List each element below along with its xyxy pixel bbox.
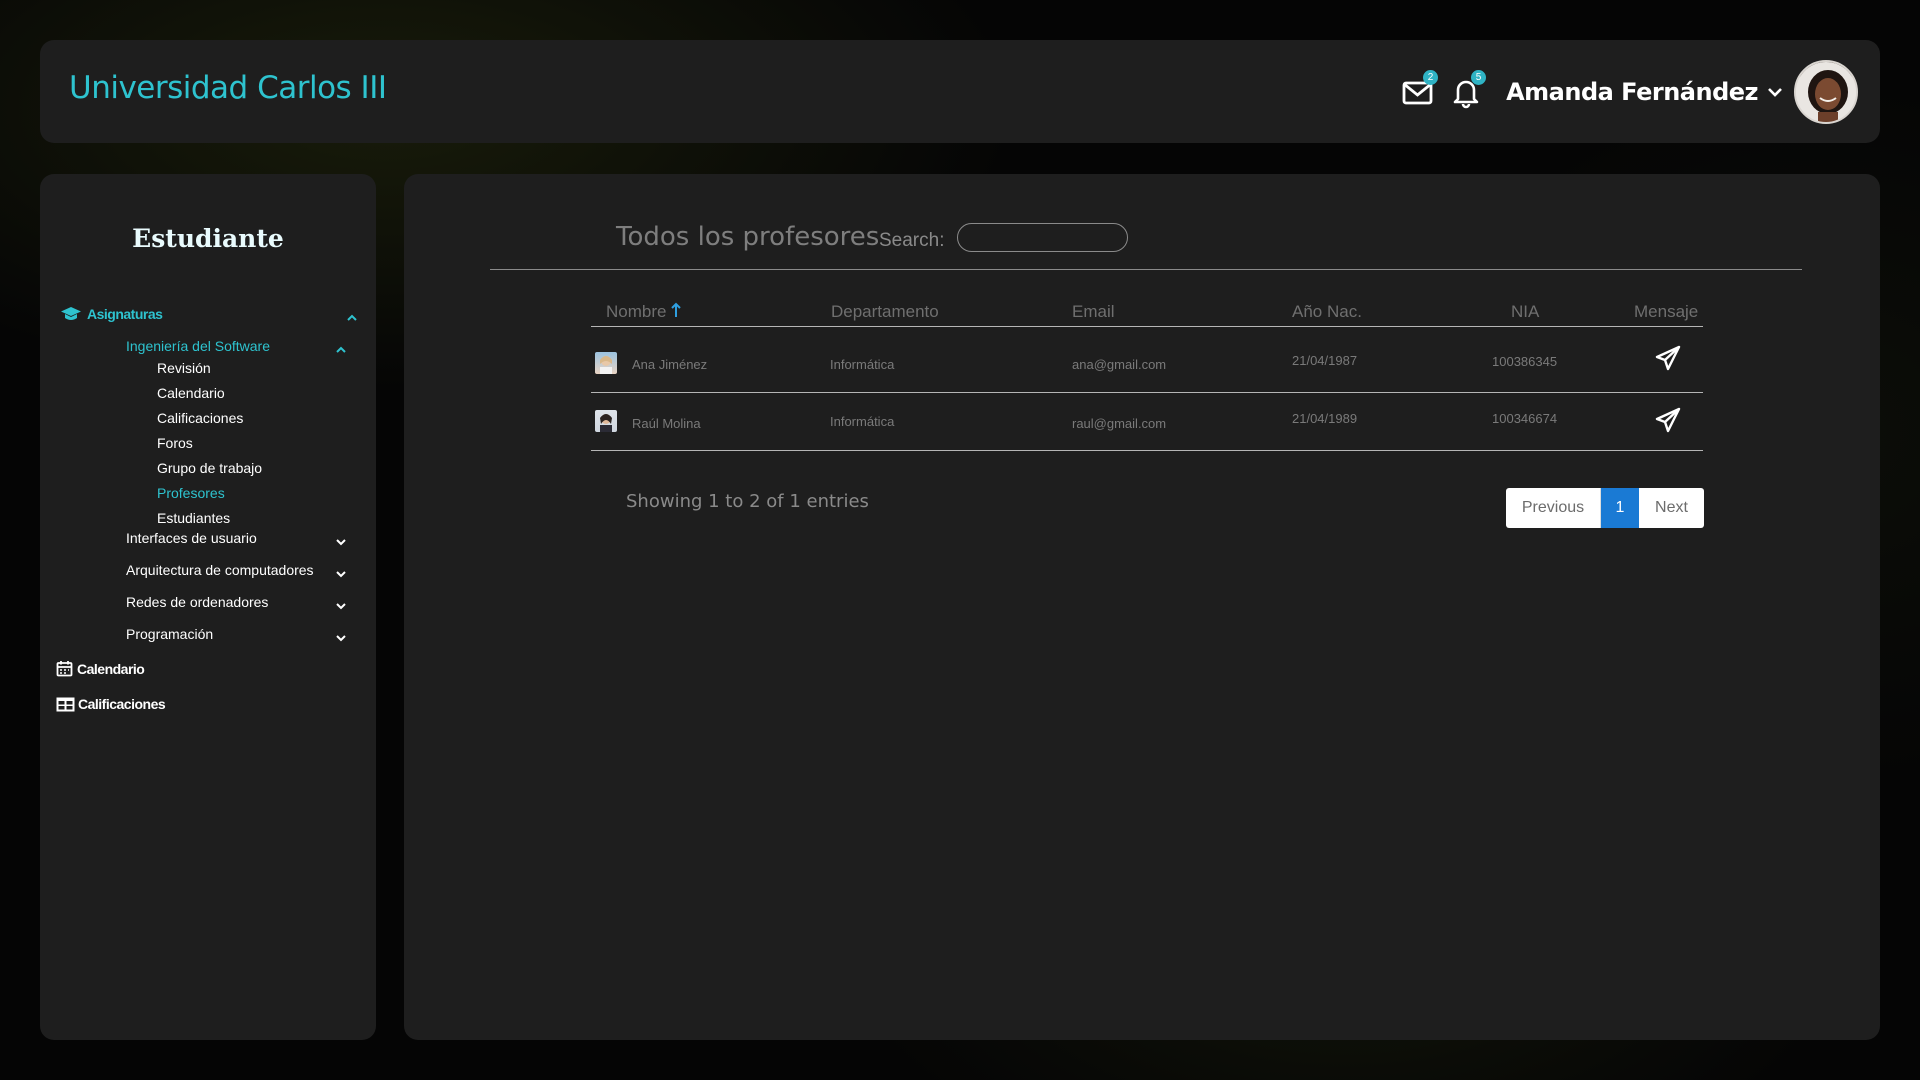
subitem-label: Calificaciones bbox=[157, 410, 244, 426]
chevron-up-icon[interactable] bbox=[346, 312, 358, 324]
avatar[interactable] bbox=[1794, 60, 1858, 124]
teacher-photo bbox=[600, 414, 612, 432]
pagination: Previous 1 Next bbox=[1506, 488, 1704, 528]
table-icon bbox=[56, 697, 75, 711]
arrow-up-icon bbox=[671, 302, 681, 317]
sidebar-title: Estudiante bbox=[132, 224, 284, 253]
column-label: Email bbox=[1072, 302, 1115, 321]
course-label: Programación bbox=[126, 626, 214, 642]
course-label: Ingeniería del Software bbox=[126, 338, 270, 354]
row-divider bbox=[591, 392, 1703, 393]
cell-nia: 100346674 bbox=[1492, 411, 1558, 426]
user-avatar-image bbox=[1796, 62, 1856, 122]
column-header-departamento[interactable]: Departamento bbox=[831, 302, 939, 322]
sidebar-subitem-foros[interactable]: Foros bbox=[157, 435, 193, 451]
column-header-ano-nac[interactable]: Año Nac. bbox=[1292, 302, 1362, 322]
column-header-nombre[interactable]: Nombre bbox=[606, 302, 681, 322]
course-label: Redes de ordenadores bbox=[126, 594, 269, 610]
chevron-down-icon[interactable] bbox=[335, 568, 347, 580]
cell-birth: 21/04/1987 bbox=[1292, 353, 1358, 368]
column-header-email[interactable]: Email bbox=[1072, 302, 1115, 322]
chevron-down-icon[interactable] bbox=[335, 600, 347, 612]
course-label: Interfaces de usuario bbox=[126, 530, 257, 546]
mail-button[interactable]: 2 bbox=[1400, 70, 1439, 110]
send-message-icon[interactable] bbox=[1654, 344, 1682, 372]
avatar bbox=[595, 352, 617, 374]
subitem-label: Revisión bbox=[157, 360, 211, 376]
column-header-mensaje[interactable]: Mensaje bbox=[1634, 302, 1698, 322]
cell-name: Ana Jiménez bbox=[632, 357, 708, 372]
graduation-cap-icon bbox=[61, 307, 81, 320]
previous-button[interactable]: Previous bbox=[1506, 488, 1601, 528]
sidebar-item-label: Calificaciones bbox=[78, 696, 166, 712]
user-name[interactable]: Amanda Fernández bbox=[1506, 78, 1758, 106]
cell-department: Informática bbox=[830, 357, 895, 372]
send-message-icon[interactable] bbox=[1654, 406, 1682, 434]
chevron-down-icon[interactable] bbox=[1766, 83, 1784, 101]
page-1-button[interactable]: 1 bbox=[1601, 488, 1639, 528]
course-label: Arquitectura de computadores bbox=[126, 562, 314, 578]
chevron-down-icon[interactable] bbox=[335, 632, 347, 644]
column-header-nia[interactable]: NIA bbox=[1511, 302, 1539, 322]
sidebar-item-calendario[interactable]: Calendario bbox=[56, 660, 145, 677]
main-panel: Todos los profesores Search: Nombre Depa… bbox=[404, 174, 1880, 1040]
sidebar-course-redes[interactable]: Redes de ordenadores bbox=[126, 594, 268, 610]
chevron-up-icon[interactable] bbox=[335, 344, 347, 356]
sidebar-item-calificaciones[interactable]: Calificaciones bbox=[56, 696, 166, 712]
next-button[interactable]: Next bbox=[1639, 488, 1704, 528]
avatar bbox=[595, 410, 617, 432]
sidebar-course-interfaces[interactable]: Interfaces de usuario bbox=[126, 530, 257, 546]
table-header-divider bbox=[591, 326, 1703, 327]
sidebar-subitem-calendario[interactable]: Calendario bbox=[157, 385, 225, 401]
chevron-down-icon[interactable] bbox=[335, 536, 347, 548]
cell-nia: 100386345 bbox=[1492, 354, 1558, 369]
notifications-button[interactable]: 5 bbox=[1448, 70, 1487, 110]
search-label: Search: bbox=[879, 230, 945, 251]
top-header: Universidad Carlos III 2 5 Amanda Fernán… bbox=[40, 40, 1880, 143]
brand-title[interactable]: Universidad Carlos III bbox=[69, 70, 387, 106]
sidebar: Estudiante Asignaturas Ingeniería del So… bbox=[40, 174, 376, 1040]
subitem-label: Calendario bbox=[157, 385, 225, 401]
sidebar-subitem-profesores[interactable]: Profesores bbox=[157, 485, 225, 501]
sidebar-subitem-estudiantes[interactable]: Estudiantes bbox=[157, 510, 230, 526]
mail-badge: 2 bbox=[1423, 70, 1439, 85]
sidebar-subitem-grupo[interactable]: Grupo de trabajo bbox=[157, 460, 262, 476]
cell-birth: 21/04/1989 bbox=[1292, 411, 1358, 426]
column-label: Año Nac. bbox=[1292, 302, 1362, 321]
title-divider bbox=[490, 269, 1802, 270]
sidebar-item-label: Asignaturas bbox=[87, 306, 163, 322]
cell-email[interactable]: ana@gmail.com bbox=[1072, 357, 1166, 372]
row-divider bbox=[591, 450, 1703, 451]
column-label: NIA bbox=[1511, 302, 1540, 321]
column-label: Mensaje bbox=[1634, 302, 1699, 321]
subitem-label: Foros bbox=[157, 435, 193, 451]
subitem-label: Profesores bbox=[157, 485, 225, 501]
notifications-badge: 5 bbox=[1471, 70, 1487, 85]
subitem-label: Grupo de trabajo bbox=[157, 460, 263, 476]
cell-email[interactable]: raul@gmail.com bbox=[1072, 416, 1166, 431]
sidebar-item-asignaturas[interactable]: Asignaturas bbox=[60, 306, 163, 322]
teacher-photo bbox=[600, 356, 612, 374]
sidebar-item-label: Calendario bbox=[77, 660, 145, 677]
sidebar-course-programacion[interactable]: Programación bbox=[126, 626, 213, 642]
subitem-label: Estudiantes bbox=[157, 510, 231, 526]
sidebar-course-arquitectura[interactable]: Arquitectura de computadores bbox=[126, 562, 314, 578]
page-title: Todos los profesores bbox=[616, 222, 880, 252]
sidebar-subitem-calificaciones[interactable]: Calificaciones bbox=[157, 410, 243, 426]
calendar-icon bbox=[56, 661, 73, 677]
sidebar-course-ingenieria[interactable]: Ingeniería del Software bbox=[126, 338, 270, 354]
header-user-area: 2 5 Amanda Fernández bbox=[1400, 60, 1858, 124]
cell-department: Informática bbox=[830, 414, 895, 429]
column-label: Departamento bbox=[831, 302, 939, 321]
sidebar-subitem-revision[interactable]: Revisión bbox=[157, 360, 211, 376]
cell-name: Raúl Molina bbox=[632, 416, 701, 431]
entries-info: Showing 1 to 2 of 1 entries bbox=[626, 491, 869, 512]
search-input[interactable] bbox=[957, 223, 1128, 252]
column-label: Nombre bbox=[606, 302, 667, 321]
